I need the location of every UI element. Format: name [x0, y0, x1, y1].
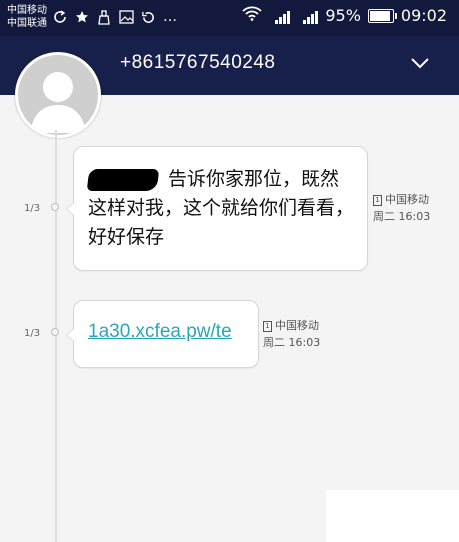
message-bubble[interactable]: 告诉你家那位，既然这样对我，这个就给你们看看，好好保存 [66, 146, 368, 271]
signal-icon-2 [303, 8, 319, 24]
refresh-icon [140, 9, 156, 25]
message-meta: 1 中国移动 周二 16:03 [373, 191, 430, 225]
timeline-dot [51, 328, 59, 336]
battery-icon [367, 8, 397, 23]
person-avatar-icon[interactable] [15, 52, 101, 138]
clock: 09:02 [400, 6, 447, 25]
message-count: 1/3 [24, 328, 41, 339]
message-link[interactable]: 1a30.xcfea.pw/te [88, 321, 232, 343]
chevron-down-icon[interactable] [410, 55, 430, 69]
wifi-icon [242, 6, 262, 25]
message-text: 告诉你家那位，既然这样对我，这个就给你们看看，好好保存 [86, 165, 356, 252]
timeline-dot [51, 203, 59, 211]
timeline-line [55, 130, 57, 542]
message-count: 1/3 [24, 203, 41, 214]
sync-icon [52, 9, 68, 25]
status-bar: 中国移动 中国联通 … 95% 09:02 [0, 0, 459, 36]
star-icon [74, 9, 90, 25]
status-right: 95% 09:02 [242, 6, 447, 25]
overlay-box [326, 490, 459, 542]
cleaner-icon [96, 9, 112, 25]
more-icon: … [163, 9, 177, 25]
message-carrier: 中国移动 [385, 193, 429, 206]
message-carrier: 中国移动 [275, 319, 319, 332]
notification-icons: … [52, 9, 178, 25]
contact-number[interactable]: +8615767540248 [120, 52, 275, 74]
sim-card-icon: 1 [373, 194, 382, 206]
carrier-1: 中国移动 [7, 5, 47, 16]
message-meta: 1 中国移动 周二 16:03 [263, 317, 320, 351]
message-bubble[interactable]: 1a30.xcfea.pw/te [66, 300, 259, 368]
image-icon [118, 9, 134, 25]
signal-icon-1 [275, 8, 291, 24]
message-time: 周二 16:03 [373, 210, 431, 223]
carrier-labels: 中国移动 中国联通 [7, 4, 47, 30]
battery-percent: 95% [325, 6, 361, 25]
redaction-mark [86, 168, 160, 191]
sim-card-icon: 1 [263, 320, 272, 332]
message-time: 周二 16:03 [263, 336, 321, 349]
carrier-2: 中国联通 [7, 18, 47, 29]
